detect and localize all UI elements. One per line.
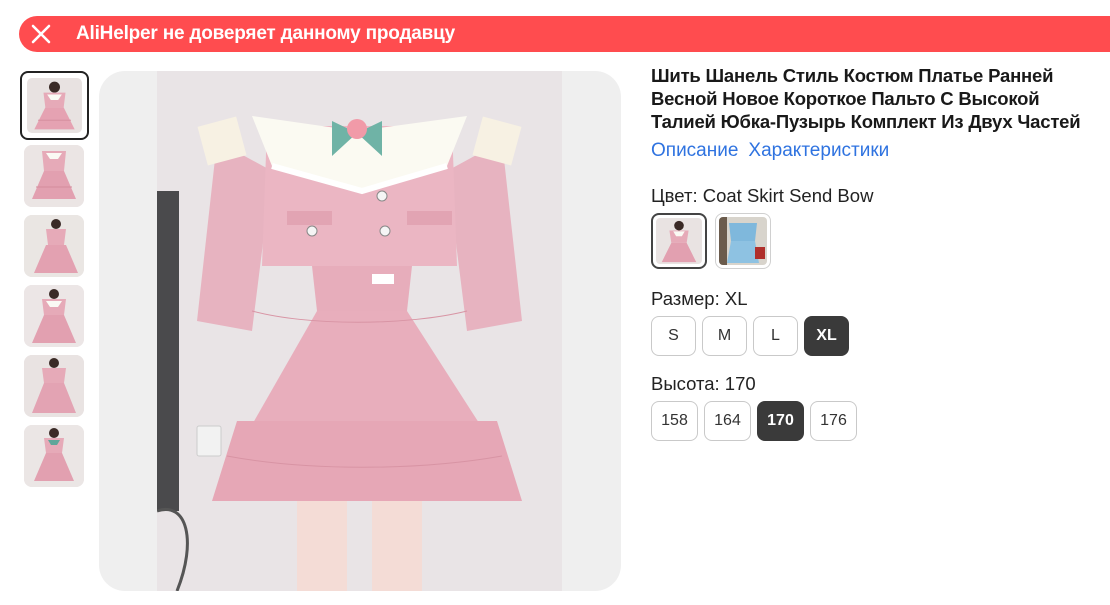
color-option-blue[interactable] <box>715 213 771 269</box>
thumbnail-2[interactable] <box>24 145 84 207</box>
product-photo <box>157 71 562 591</box>
banner-close-button[interactable] <box>19 16 63 52</box>
size-option-xl[interactable]: XL <box>804 316 849 356</box>
color-options <box>651 213 771 269</box>
thumbnail-image <box>24 215 84 277</box>
pink-dress-image <box>656 218 702 264</box>
color-label: Цвет: Coat Skirt Send Bow <box>651 185 874 206</box>
height-label: Высота: 170 <box>651 373 756 394</box>
close-icon <box>31 24 51 44</box>
blue-dress-image <box>719 217 767 265</box>
height-option-170[interactable]: 170 <box>757 401 804 441</box>
product-info: Шить Шанель Стиль Костюм Платье Ранней В… <box>651 64 1101 441</box>
thumbnail-image <box>24 145 84 207</box>
size-option-l[interactable]: L <box>753 316 798 356</box>
height-option-158[interactable]: 158 <box>651 401 698 441</box>
height-option-176[interactable]: 176 <box>810 401 857 441</box>
banner-text: AliHelper не доверяет данному продавцу <box>76 23 455 44</box>
color-option-pink[interactable] <box>651 213 707 269</box>
size-option-s[interactable]: S <box>651 316 696 356</box>
size-option-m[interactable]: M <box>702 316 747 356</box>
thumbnail-image <box>24 355 84 417</box>
thumbnail-image <box>24 285 84 347</box>
tab-specifications[interactable]: Характеристики <box>748 140 889 162</box>
product-tabs: Описание Характеристики <box>651 140 1101 162</box>
product-title: Шить Шанель Стиль Костюм Платье Ранней В… <box>651 65 1081 132</box>
height-option-164[interactable]: 164 <box>704 401 751 441</box>
thumbnail-3[interactable] <box>24 215 84 277</box>
size-options: S M L XL <box>651 316 849 356</box>
main-product-image[interactable] <box>99 71 621 591</box>
thumbnail-image <box>27 78 82 133</box>
thumbnail-5[interactable] <box>24 355 84 417</box>
seller-warning-banner: AliHelper не доверяет данному продавцу <box>19 16 1110 52</box>
height-options: 158 164 170 176 <box>651 401 857 441</box>
thumbnail-6[interactable] <box>24 425 84 487</box>
size-label: Размер: XL <box>651 288 748 309</box>
thumbnail-4[interactable] <box>24 285 84 347</box>
tab-description[interactable]: Описание <box>651 140 738 162</box>
thumbnail-image <box>24 425 84 487</box>
thumbnail-1[interactable] <box>20 71 89 140</box>
